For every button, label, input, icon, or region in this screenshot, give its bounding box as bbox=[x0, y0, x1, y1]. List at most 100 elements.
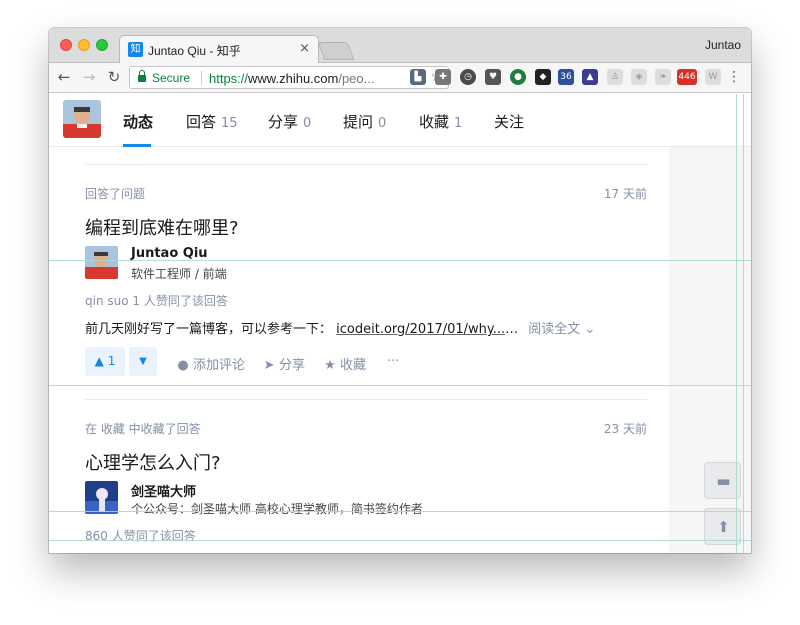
send-icon: ➤ bbox=[263, 358, 275, 373]
extension-grey-shield-icon[interactable]: ◈ bbox=[631, 69, 647, 85]
tab-shares-count: 0 bbox=[303, 116, 312, 131]
author-avatar-image bbox=[85, 246, 118, 279]
extension-w-icon[interactable]: W bbox=[705, 69, 721, 85]
star-icon: ★ bbox=[324, 358, 336, 373]
browser-profile-name[interactable]: Juntao bbox=[705, 38, 741, 52]
feed-divider bbox=[85, 164, 647, 165]
question-title[interactable]: 编程到底难在哪里? bbox=[85, 214, 239, 240]
downvote-button[interactable]: ▼ bbox=[129, 347, 157, 376]
comment-icon: ● bbox=[177, 358, 189, 373]
extension-puzzle-icon[interactable]: ✚ bbox=[435, 69, 451, 85]
address-separator bbox=[201, 71, 202, 85]
maximize-window-button[interactable] bbox=[96, 39, 108, 51]
excerpt-link[interactable]: icodeit.org/2017/01/why... bbox=[336, 322, 505, 337]
read-more-button[interactable]: 阅读全文 ⌄ bbox=[528, 322, 595, 337]
tab-answers[interactable]: 回答 15 bbox=[186, 111, 238, 132]
calendar-badge: 36 bbox=[560, 72, 572, 82]
profile-nav-bar: 动态 回答 15 分享 0 提问 0 收藏 1 关注 bbox=[49, 94, 751, 147]
tab-questions[interactable]: 提问 0 bbox=[343, 111, 386, 132]
author-avatar[interactable] bbox=[85, 246, 118, 279]
address-bar[interactable]: Secure https://www.zhihu.com/peo... ☆ bbox=[129, 66, 449, 89]
tab-answers-label: 回答 bbox=[186, 113, 217, 131]
author-name[interactable]: Juntao Qiu bbox=[131, 246, 208, 261]
guide-line bbox=[49, 385, 751, 386]
extension-clock-icon[interactable]: ◷ bbox=[460, 69, 476, 85]
activity-time: 17 天前 bbox=[603, 187, 647, 201]
share-label: 分享 bbox=[279, 358, 306, 373]
author-avatar[interactable] bbox=[85, 481, 118, 514]
tab-shares[interactable]: 分享 0 bbox=[268, 111, 311, 132]
tab-activity-label: 动态 bbox=[123, 113, 154, 131]
extension-gmail-icon[interactable]: 446 bbox=[677, 69, 697, 85]
close-window-button[interactable] bbox=[60, 39, 72, 51]
tab-collections[interactable]: 收藏 1 bbox=[419, 111, 462, 132]
activity-meta: 在 收藏 中收藏了回答 bbox=[85, 422, 201, 436]
zhihu-favicon-icon: 知 bbox=[128, 42, 143, 57]
screenshot-stage: 知 Juntao Qiu - 知乎 × Juntao ← → ↻ Secure … bbox=[0, 0, 800, 625]
new-tab-button[interactable] bbox=[317, 42, 355, 60]
question-title[interactable]: 心理学怎么入门? bbox=[85, 449, 221, 475]
author-avatar-image bbox=[85, 481, 118, 514]
browser-window: 知 Juntao Qiu - 知乎 × Juntao ← → ↻ Secure … bbox=[49, 28, 751, 553]
share-button[interactable]: ➤ 分享 bbox=[262, 354, 305, 373]
guide-line bbox=[743, 94, 744, 553]
tab-activity[interactable]: 动态 bbox=[123, 111, 153, 132]
tab-following-label: 关注 bbox=[494, 113, 525, 131]
minimize-window-button[interactable] bbox=[78, 39, 90, 51]
vote-summary[interactable]: qin suo 1 人赞同了该回答 bbox=[85, 292, 228, 309]
comment-button[interactable]: ● 添加评论 bbox=[176, 354, 245, 373]
profile-avatar-image bbox=[63, 100, 101, 138]
url-text: https://www.zhihu.com/peo... bbox=[209, 71, 374, 86]
tab-collections-label: 收藏 bbox=[419, 113, 450, 131]
guide-line bbox=[736, 94, 737, 553]
tab-following[interactable]: 关注 bbox=[494, 111, 524, 132]
upvote-button[interactable]: ▲ 1 bbox=[85, 347, 125, 376]
read-more-label: 阅读全文 bbox=[528, 322, 581, 337]
answer-actions: ▲ 1 ▼ ● 添加评论 ➤ 分享 ★ 收藏 ··· bbox=[85, 347, 647, 377]
excerpt-ellipsis: … bbox=[505, 322, 519, 337]
extension-ruler-icon[interactable]: ▙ bbox=[410, 69, 426, 85]
author-name[interactable]: 剑圣喵大师 bbox=[131, 481, 196, 500]
comment-label: 添加评论 bbox=[193, 358, 246, 373]
vote-summary[interactable]: 860 人赞同了该回答 bbox=[85, 527, 196, 544]
tab-strip: 知 Juntao Qiu - 知乎 × Juntao bbox=[49, 28, 751, 64]
active-tab-indicator bbox=[123, 144, 151, 147]
browser-tab[interactable]: 知 Juntao Qiu - 知乎 × bbox=[119, 35, 319, 64]
author-bio: 软件工程师 / 前端 bbox=[131, 267, 227, 281]
activity-meta: 回答了问题 bbox=[85, 187, 146, 201]
collect-label: 收藏 bbox=[340, 358, 367, 373]
extension-calendar-icon[interactable]: 36 bbox=[558, 69, 574, 85]
tab-shares-label: 分享 bbox=[268, 113, 299, 131]
activity-time: 23 天前 bbox=[603, 422, 647, 436]
extension-dark-icon[interactable]: ◆ bbox=[535, 69, 551, 85]
extension-grey-person-icon[interactable]: ♙ bbox=[607, 69, 623, 85]
tab-collections-count: 1 bbox=[454, 116, 463, 131]
reload-icon[interactable]: ↻ bbox=[105, 68, 123, 86]
excerpt-text: 前几天刚好写了一篇博客，可以参考一下： bbox=[85, 322, 333, 337]
collect-button[interactable]: ★ 收藏 bbox=[323, 354, 366, 373]
extension-chart-icon[interactable]: ▲ bbox=[582, 69, 598, 85]
lock-icon bbox=[138, 70, 146, 82]
extension-grey-leaf-icon[interactable]: ❧ bbox=[655, 69, 671, 85]
url-path: /peo... bbox=[338, 71, 375, 86]
secure-label: Secure bbox=[152, 71, 191, 85]
forward-icon[interactable]: → bbox=[80, 68, 98, 86]
answer-excerpt[interactable]: 前几天刚好写了一篇博客，可以参考一下： icodeit.org/2017/01/… bbox=[85, 318, 595, 337]
page-viewport: 动态 回答 15 分享 0 提问 0 收藏 1 关注 回答了问题 17 天前 编程到底难… bbox=[49, 94, 751, 553]
menu-icon[interactable]: ⋮ bbox=[727, 69, 741, 85]
tab-questions-count: 0 bbox=[378, 116, 387, 131]
extension-pocket-icon[interactable]: ♥ bbox=[485, 69, 501, 85]
guide-line bbox=[49, 511, 751, 512]
tab-title: Juntao Qiu - 知乎 bbox=[148, 44, 241, 58]
extension-chrome-icon[interactable]: ● bbox=[510, 69, 526, 85]
more-button[interactable]: ··· bbox=[387, 354, 399, 369]
browser-toolbar: ← → ↻ Secure https://www.zhihu.com/peo..… bbox=[49, 63, 751, 93]
tab-questions-label: 提问 bbox=[343, 113, 374, 131]
close-tab-icon[interactable]: × bbox=[299, 41, 310, 56]
back-icon[interactable]: ← bbox=[55, 68, 73, 86]
feed-divider bbox=[85, 399, 647, 400]
author-bio: 个公众号：剑圣喵大师 高校心理学教师，简书签约作者 bbox=[131, 502, 423, 516]
guide-line bbox=[49, 540, 751, 541]
gmail-badge: 446 bbox=[678, 72, 696, 82]
profile-avatar[interactable] bbox=[63, 100, 101, 138]
